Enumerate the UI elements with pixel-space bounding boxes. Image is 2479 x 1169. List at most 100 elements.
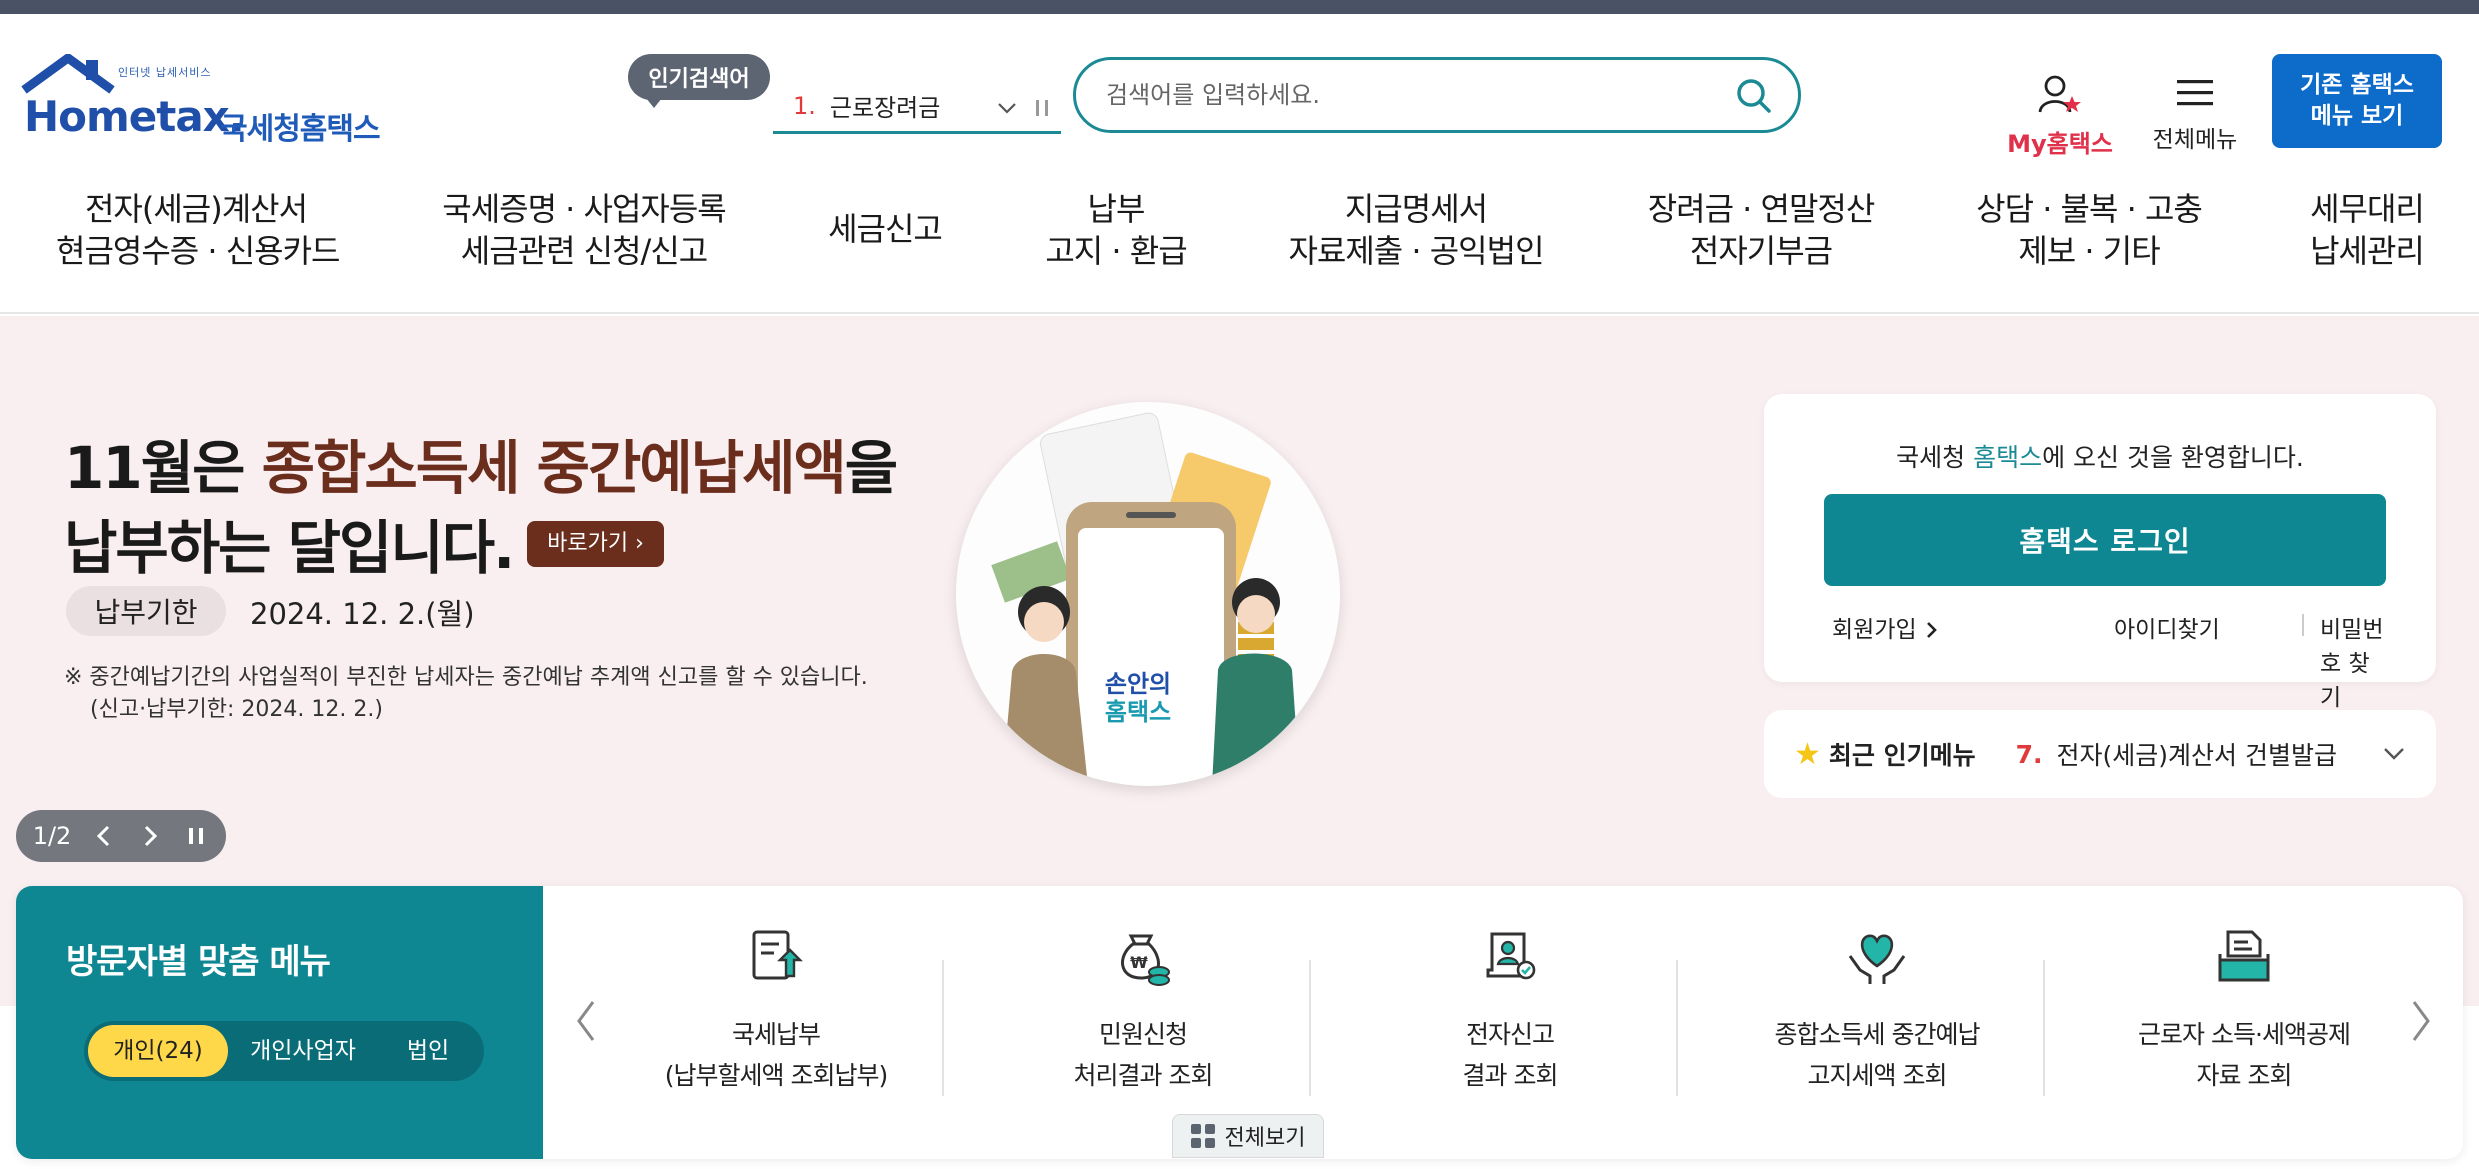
gnb-item-consult[interactable]: 상담 · 불복 · 고충 제보 · 기타 [1968, 188, 2210, 272]
gnb-item-payment[interactable]: 납부 고지 · 환급 [1036, 188, 1196, 272]
hamburger-icon [2177, 80, 2213, 106]
illustration-text-2: 홈택스 [1105, 698, 1171, 726]
visitor-type-tabs: 개인(24) 개인사업자 법인 [84, 1021, 484, 1081]
legacy-menu-line1: 기존 홈택스 [2300, 72, 2414, 98]
all-menu-button[interactable]: 전체메뉴 [2140, 74, 2250, 154]
gnb-item-line2: 제보 · 기타 [2018, 232, 2160, 270]
card-line1: 전자신고 [1465, 1020, 1555, 1049]
gnb-item-line2: 고지 · 환급 [1045, 232, 1187, 270]
recent-rank-number: 7. [2015, 739, 2043, 769]
tab-corporation[interactable]: 법인 [378, 1025, 478, 1077]
gnb-item-invoice[interactable]: 전자(세금)계산서 현금영수증 · 신용카드 [56, 188, 340, 272]
grid-icon [1190, 1124, 1215, 1148]
gnb-item-statement[interactable]: 지급명세서 자료제출 · 공익법인 [1286, 188, 1546, 272]
popular-rank-number: 1. [793, 91, 816, 120]
chevron-right-icon [1927, 622, 1937, 638]
legacy-menu-line2: 메뉴 보기 [2310, 103, 2404, 129]
pause-icon[interactable] [176, 816, 216, 856]
hero-note-line2: (신고·납부기한: 2024. 12. 2.) [90, 697, 383, 722]
due-date: 2024. 12. 2.(월) [250, 597, 475, 631]
menu-card-label: 전자신고 결과 조회 [1326, 1014, 1694, 1096]
menu-card-label: 민원신청 처리결과 조회 [959, 1014, 1327, 1096]
phone-people-illustration: 손안의 홈택스 [991, 412, 1300, 786]
gnb-item-certificate[interactable]: 국세증명 · 사업자등록 세금관련 신청/신고 [436, 188, 732, 272]
hero-title-post: 을 [844, 434, 898, 502]
hero-note-line1: ※ 중간예납기간의 사업실적이 부진한 납세자는 중간예납 추계액 신고를 할 … [64, 665, 868, 690]
card-line1: 민원신청 [1098, 1020, 1188, 1049]
chevron-down-icon[interactable] [2380, 740, 2408, 768]
card-divider [1676, 960, 1678, 1096]
recent-popular-item[interactable]: 전자(세금)계산서 건별발급 [2057, 736, 2337, 772]
login-panel: 국세청 홈택스에 오신 것을 환영합니다. 홈택스 로그인 회원가입 아이디찾기… [1764, 394, 2436, 711]
recent-popular-menu[interactable]: ★ 최근 인기메뉴 7. 전자(세금)계산서 건별발급 [1764, 710, 2436, 798]
pause-icon[interactable] [1033, 97, 1051, 119]
view-all-button[interactable]: 전체보기 [1172, 1114, 1324, 1158]
card-line2: 자료 조회 [2196, 1061, 2293, 1090]
search-icon[interactable] [1734, 76, 1774, 116]
hero-go-label: 바로가기 [547, 530, 629, 556]
custom-menu-sidebar: 방문자별 맞춤 메뉴 개인(24) 개인사업자 법인 [16, 886, 543, 1159]
menu-card-label: 종합소득세 중간예납 고지세액 조회 [1693, 1014, 2061, 1096]
menu-card-civil-request[interactable]: ₩ 민원신청 처리결과 조회 [959, 926, 1327, 1116]
signup-label: 회원가입 [1832, 617, 1917, 643]
signup-link[interactable]: 회원가입 [1832, 610, 1940, 644]
hero-illustration: 손안의 홈택스 [956, 402, 1340, 786]
gnb-item-line1: 전자(세금)계산서 [84, 190, 308, 228]
tab-sole-proprietor[interactable]: 개인사업자 [228, 1025, 378, 1077]
my-hometax-button[interactable]: My홈택스 [2000, 74, 2120, 159]
gnb-item-line1: 세금신고 [828, 210, 943, 248]
menu-card-label: 근로자 소득·세액공제 자료 조회 [2060, 1014, 2428, 1096]
due-label-badge: 납부기한 [66, 586, 226, 636]
view-all-label: 전체보기 [1224, 1126, 1306, 1151]
welcome-pre: 국세청 [1896, 443, 1974, 472]
gnb-item-incentive[interactable]: 장려금 · 연말정산 전자기부금 [1636, 188, 1886, 272]
gnb-item-line2: 세금관련 신청/신고 [460, 232, 708, 270]
gnb-item-line2: 자료제출 · 공익법인 [1288, 232, 1544, 270]
illustration-text-1: 손안의 [1105, 670, 1171, 698]
my-hometax-label: My홈택스 [2007, 130, 2113, 158]
logo-subtitle: 인터넷 납세서비스 [118, 66, 212, 79]
chevron-right-icon[interactable] [130, 816, 170, 856]
hero-go-button[interactable]: 바로가기 › [527, 520, 664, 567]
menu-card-e-filing[interactable]: 전자신고 결과 조회 [1326, 926, 1694, 1116]
menu-card-interim-tax[interactable]: 종합소득세 중간예납 고지세액 조회 [1693, 926, 2061, 1116]
svg-text:₩: ₩ [1130, 953, 1148, 972]
hero-title-pre: 11월은 [64, 434, 262, 502]
top-strip [0, 0, 2479, 14]
card-divider [942, 960, 944, 1096]
gnb-item-agent[interactable]: 세무대리 납세관리 [2294, 188, 2440, 272]
gnb-item-tax-filing[interactable]: 세금신고 [814, 208, 956, 250]
tax-payment-icon [752, 930, 803, 980]
slider-controls: 1/2 [16, 810, 226, 862]
header: 인터넷 납세서비스 Hometax. 국세청홈택스 인기검색어 1. 근로장려금… [0, 14, 2479, 314]
all-menu-label: 전체메뉴 [2152, 127, 2238, 153]
chevron-down-icon[interactable] [995, 96, 1019, 120]
card-line2: (납부할세액 조회납부) [664, 1061, 888, 1090]
menu-card-worker-deduction[interactable]: 근로자 소득·세액공제 자료 조회 [2060, 926, 2428, 1116]
tab-individual[interactable]: 개인(24) [88, 1025, 228, 1077]
welcome-message: 국세청 홈택스에 오신 것을 환영합니다. [1764, 438, 2436, 474]
find-password-link[interactable]: 비밀번호 찾기 [2320, 610, 2388, 712]
card-line2: 고지세액 조회 [1807, 1061, 1948, 1090]
popular-search-rolling[interactable]: 1. 근로장려금 [773, 80, 1061, 134]
popular-search-term[interactable]: 근로장려금 [830, 88, 940, 123]
welcome-highlight: 홈택스 [1973, 443, 2043, 472]
certificate-icon [1486, 932, 1536, 980]
chevron-left-icon[interactable] [84, 816, 124, 856]
hero-title: 11월은 종합소득세 중간예납세액을 납부하는 달입니다. 바로가기 › [64, 428, 898, 588]
card-divider [2043, 960, 2045, 1096]
find-id-link[interactable]: 아이디찾기 [2114, 610, 2220, 644]
legacy-menu-button[interactable]: 기존 홈택스 메뉴 보기 [2272, 54, 2442, 148]
gnb-item-line1: 지급명세서 [1344, 190, 1488, 228]
hometax-logo[interactable]: 인터넷 납세서비스 Hometax. 국세청홈택스 [20, 54, 390, 154]
hero-title-line2: 납부하는 달입니다. [64, 514, 515, 582]
menu-card-tax-payment[interactable]: 국세납부 (납부할세액 조회납부) [592, 926, 960, 1116]
popular-search-badge: 인기검색어 [628, 54, 770, 108]
money-bag-icon: ₩ [1121, 934, 1170, 986]
gnb-item-line1: 상담 · 불복 · 고충 [1976, 190, 2203, 228]
search-box [1073, 57, 1801, 133]
document-tray-icon [2218, 930, 2270, 982]
welcome-post: 에 오신 것을 환영합니다. [2042, 443, 2304, 472]
login-button[interactable]: 홈택스 로그인 [1824, 494, 2386, 586]
search-input[interactable] [1106, 74, 1696, 116]
